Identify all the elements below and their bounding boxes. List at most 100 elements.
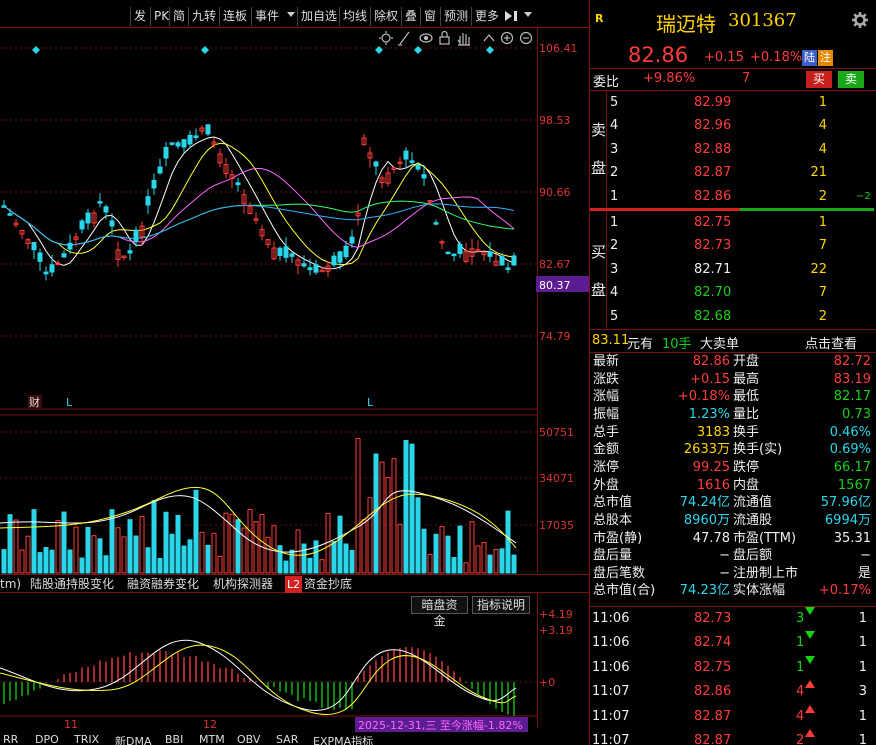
- bid-price[interactable]: 82.75: [694, 211, 731, 234]
- quote-value: 0.69%: [829, 442, 871, 458]
- toolbar-fa-button[interactable]: 发: [130, 7, 149, 26]
- tab-indicator[interactable]: TRIX: [74, 735, 99, 745]
- quote-row: 金额 2633万 换手(实) 0.69%: [592, 441, 875, 459]
- quote-label: 市盈(TTM): [733, 530, 797, 546]
- bid-price[interactable]: 82.71: [694, 258, 731, 281]
- tab-tm[interactable]: tm): [0, 576, 21, 593]
- event-diamond-icon[interactable]: [32, 46, 40, 54]
- volume-bar: [151, 500, 157, 574]
- event-dropdown-caret-icon[interactable]: [287, 12, 295, 17]
- volume-bar: [211, 532, 217, 574]
- zoom-out-icon[interactable]: [519, 31, 533, 45]
- tab-indicator[interactable]: DPO: [35, 735, 59, 745]
- lock-up-marker[interactable]: L: [66, 396, 73, 409]
- event-diamond-icon[interactable]: [201, 46, 209, 54]
- quote-value: 74.23亿: [679, 583, 730, 599]
- volume-bar: [349, 549, 355, 574]
- indicator-help-button[interactable]: 指标说明: [472, 596, 530, 614]
- ask-price[interactable]: 82.86: [694, 185, 731, 208]
- event-diamond-icon[interactable]: [414, 46, 422, 54]
- volume-bar: [505, 510, 511, 574]
- tab-indicator[interactable]: RR: [3, 735, 18, 745]
- tab-hk-connect-holding[interactable]: 陆股通持股变化: [30, 576, 114, 593]
- tick-row: 11:07 82.86 4 3: [592, 680, 875, 705]
- big-order-unit: 元有: [627, 337, 654, 352]
- volume-bar: [313, 540, 319, 574]
- tab-institution-detector[interactable]: 机构探测器: [213, 576, 273, 593]
- candle-body: [421, 174, 427, 179]
- indicator-dea-line: [0, 644, 517, 715]
- volume-bar: [79, 557, 85, 574]
- price-axis-label: 98.53: [539, 114, 571, 127]
- quote-value: 66.17: [833, 459, 871, 475]
- ask-price[interactable]: 82.99: [694, 91, 731, 114]
- big-order-type: 大卖单: [700, 337, 740, 352]
- bid-price[interactable]: 82.70: [694, 281, 731, 304]
- sell-button[interactable]: 卖: [838, 71, 864, 88]
- volume-bar: [1, 549, 7, 574]
- chevron-up-icon[interactable]: [483, 34, 495, 42]
- candle-body: [487, 251, 493, 257]
- volume-bar: [337, 515, 343, 574]
- quote-row: 振幅 1.23% 量比 0.73: [592, 406, 875, 424]
- quote-value: −: [719, 565, 730, 581]
- kline-chart-panel[interactable]: 106.41 98.53 90.66 82.67 74.79 80.37 507…: [0, 28, 590, 745]
- quote-value: 35.31: [833, 530, 871, 546]
- tab-indicator[interactable]: BBI: [165, 735, 183, 745]
- ask-price[interactable]: 82.96: [694, 114, 731, 137]
- tab-indicator[interactable]: OBV: [237, 735, 260, 745]
- bid-price[interactable]: 82.68: [694, 305, 731, 328]
- tick-count: 1: [858, 611, 867, 626]
- zoom-in-icon[interactable]: [500, 31, 514, 45]
- tick-price: 82.87: [694, 708, 732, 724]
- tab-indicator[interactable]: 新DMA: [115, 735, 152, 745]
- tab-indicator[interactable]: SAR: [276, 735, 298, 745]
- quote-row: 外盘 1616 内盘 1567: [592, 477, 875, 495]
- more-dropdown-caret-icon[interactable]: [524, 12, 532, 17]
- panel-toggle-icon[interactable]: [504, 9, 520, 23]
- add-watchlist-button[interactable]: 加自选: [297, 7, 340, 26]
- tick-volume: 1: [796, 635, 805, 651]
- volume-bar: [367, 497, 373, 574]
- toolbar-event-button[interactable]: 事件: [251, 7, 282, 26]
- toolbar-predict-button[interactable]: 预测: [440, 7, 471, 26]
- candle-body: [283, 246, 289, 258]
- toolbar-lianban-button[interactable]: 连板: [219, 7, 250, 26]
- toolbar-jiuzhuan-button[interactable]: 九转: [188, 7, 219, 26]
- volume-bar: [115, 527, 121, 574]
- dark-pool-fund-button[interactable]: 暗盘资金: [411, 596, 468, 628]
- toolbar-window-button[interactable]: 窗: [420, 7, 439, 26]
- ask-side-label: 卖: [591, 121, 607, 139]
- buy-button[interactable]: 买: [806, 71, 832, 88]
- lock-up-marker[interactable]: L: [367, 396, 374, 409]
- volume-bar: [253, 521, 259, 574]
- ask-price[interactable]: 82.87: [694, 161, 731, 184]
- toolbar-jian-button[interactable]: 简: [169, 7, 188, 26]
- tab-margin-trading[interactable]: 融资融券变化: [127, 576, 199, 593]
- gear-icon[interactable]: [852, 12, 868, 28]
- tick-time: 11:06: [592, 635, 630, 651]
- event-diamond-icon[interactable]: [375, 46, 383, 54]
- toolbar-ma-button[interactable]: 均线: [339, 7, 370, 26]
- lock-icon[interactable]: [439, 30, 450, 45]
- draw-pen-icon[interactable]: [398, 31, 410, 46]
- bid-price[interactable]: 82.73: [694, 234, 731, 257]
- tick-row: 11:06 82.75 1 1: [592, 655, 875, 681]
- toolbar-overlay-button[interactable]: 叠: [401, 7, 420, 26]
- event-diamond-icon[interactable]: [486, 46, 494, 54]
- toolbar-exright-button[interactable]: 除权: [370, 7, 401, 26]
- hand-pan-icon[interactable]: [457, 33, 470, 46]
- eye-icon[interactable]: [419, 33, 433, 43]
- tab-indicator[interactable]: MTM: [199, 735, 225, 745]
- quote-value: 6994万: [824, 512, 871, 528]
- tab-indicator[interactable]: EXPMA指标: [313, 735, 373, 745]
- quote-value: +0.18%: [677, 389, 730, 405]
- toolbar-more-button[interactable]: 更多: [471, 7, 502, 26]
- ask-price[interactable]: 82.88: [694, 138, 731, 161]
- volume-bar: [409, 443, 415, 574]
- tab-capital-bottom-fishing[interactable]: 资金抄底: [304, 576, 352, 593]
- zoom-fit-icon[interactable]: [379, 31, 393, 45]
- ask-level-number: 5: [610, 95, 619, 110]
- indicator-dif-line: [0, 639, 517, 711]
- view-big-order-link[interactable]: 点击查看: [805, 333, 857, 352]
